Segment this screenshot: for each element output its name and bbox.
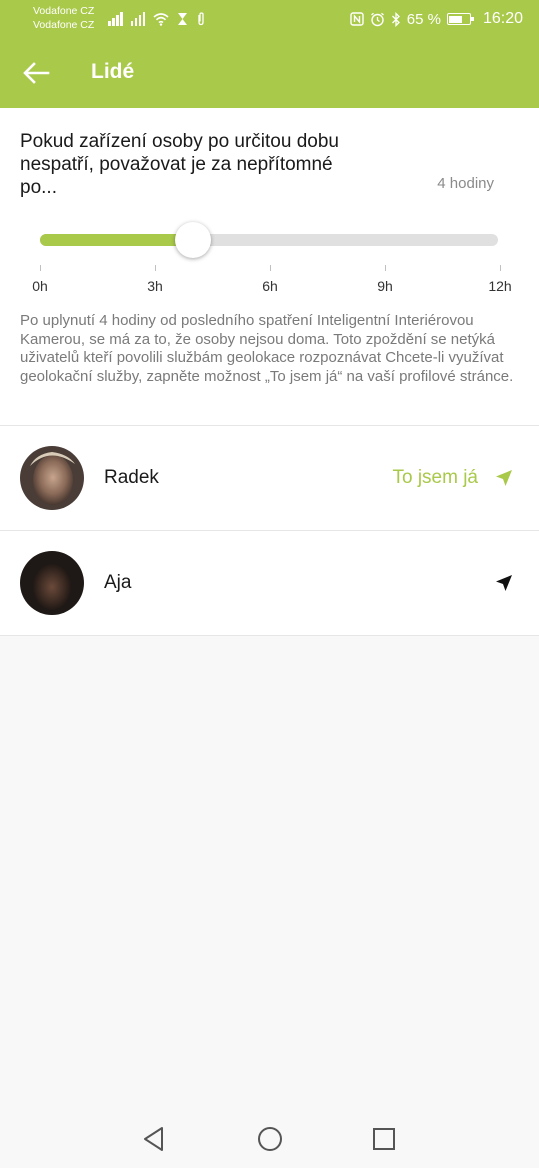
slider-tick-label: 9h xyxy=(377,278,393,294)
absence-value: 4 hodiny xyxy=(437,175,494,192)
slider-tick xyxy=(155,265,156,271)
app-bar: Lidé xyxy=(0,38,539,108)
status-icons-right: 65 % 16:20 xyxy=(350,8,523,30)
slider-tick xyxy=(270,265,271,271)
person-row-aja[interactable]: Aja xyxy=(0,531,539,636)
back-triangle-icon[interactable] xyxy=(140,1125,168,1153)
home-circle-icon[interactable] xyxy=(256,1125,284,1153)
absence-description: Po uplynutí 4 hodiny od posledního spatř… xyxy=(20,312,514,385)
avatar xyxy=(20,551,84,615)
slider-tick-label: 6h xyxy=(262,278,278,294)
carrier-1: Vodafone CZ xyxy=(33,5,95,17)
back-arrow-icon[interactable] xyxy=(22,61,50,85)
signal-2-icon xyxy=(130,12,145,26)
recents-square-icon[interactable] xyxy=(370,1125,398,1153)
signal-1-icon xyxy=(108,12,123,26)
slider-tick xyxy=(385,265,386,271)
bluetooth-icon xyxy=(391,11,400,27)
slider-tick xyxy=(500,265,501,271)
battery-level xyxy=(449,15,462,23)
slider-tick-label: 3h xyxy=(147,278,163,294)
slider-tick-label: 12h xyxy=(488,278,512,294)
clock: 16:20 xyxy=(482,10,523,27)
carrier-names: Vodafone CZ Vodafone CZ xyxy=(33,4,94,32)
battery-icon xyxy=(446,13,474,25)
slider-tick-label: 0h xyxy=(32,278,48,294)
navigation-arrow-icon[interactable] xyxy=(495,574,513,592)
system-nav-bar xyxy=(0,1108,539,1168)
person-name: Radek xyxy=(104,467,159,488)
avatar xyxy=(20,446,84,510)
hourglass-icon xyxy=(178,13,187,25)
absence-slider[interactable] xyxy=(40,222,498,258)
slider-fill xyxy=(40,234,193,246)
status-bar: Vodafone CZ Vodafone CZ 65 % 16:20 xyxy=(0,0,539,38)
navigation-arrow-icon[interactable] xyxy=(495,469,513,487)
status-icons-left xyxy=(108,10,206,28)
slider-tick xyxy=(40,265,41,271)
absence-question: Pokud zařízení osoby po určitou dobu nes… xyxy=(20,131,339,198)
nfc-icon xyxy=(350,12,364,26)
battery-percent: 65 % xyxy=(406,10,441,28)
person-row-radek[interactable]: Radek To jsem já xyxy=(0,426,539,531)
slider-thumb[interactable] xyxy=(174,222,211,258)
slider-track[interactable] xyxy=(40,234,498,246)
slider-ticks: 0h 3h 6h 9h 12h xyxy=(32,265,512,295)
clip-icon xyxy=(198,12,204,26)
page-title: Lidé xyxy=(91,60,135,83)
this-is-me-label[interactable]: To jsem já xyxy=(392,467,478,489)
carrier-2: Vodafone CZ xyxy=(33,19,95,31)
person-name: Aja xyxy=(104,572,132,593)
alarm-icon xyxy=(370,12,384,26)
absence-setting-card: Pokud zařízení osoby po určitou dobu nes… xyxy=(0,108,539,426)
wifi-icon xyxy=(153,13,169,26)
